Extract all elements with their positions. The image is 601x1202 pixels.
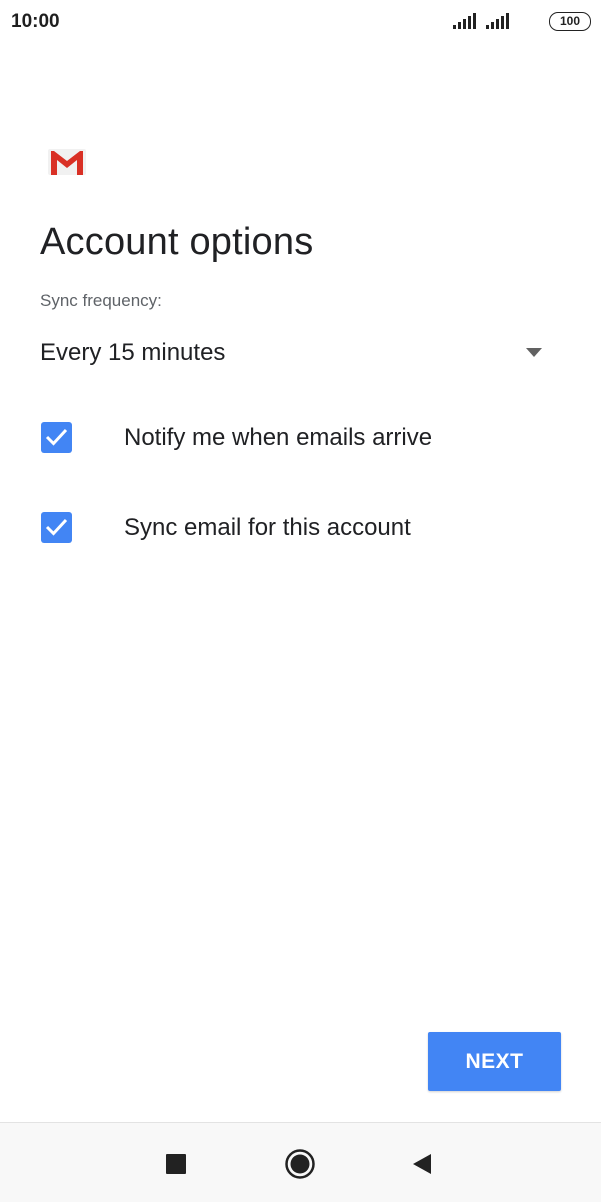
check-icon [45, 518, 68, 536]
status-time: 10:00 [11, 11, 60, 32]
battery-level: 100 [559, 14, 581, 28]
sync-frequency-dropdown[interactable]: Every 15 minutes [40, 331, 550, 377]
sync-frequency-label: Sync frequency: [40, 291, 162, 310]
status-bar: 10:00 100 [0, 0, 601, 44]
navigation-bar [0, 1122, 601, 1202]
notify-checkbox[interactable] [41, 422, 72, 453]
recents-icon[interactable] [160, 1148, 192, 1180]
sync-email-label: Sync email for this account [124, 514, 411, 541]
back-icon[interactable] [407, 1148, 439, 1180]
gmail-logo-icon [48, 149, 86, 175]
dropdown-arrow-icon [526, 348, 542, 357]
check-icon [45, 428, 68, 446]
next-button[interactable]: NEXT [428, 1032, 561, 1091]
sync-email-checkbox[interactable] [41, 512, 72, 543]
signal-icon [486, 13, 509, 29]
home-icon[interactable] [284, 1148, 316, 1180]
page-title: Account options [40, 221, 314, 263]
battery-icon: 100 [549, 12, 591, 31]
notify-label: Notify me when emails arrive [124, 424, 433, 451]
sync-email-option-row[interactable]: Sync email for this account [40, 503, 560, 553]
sync-frequency-value: Every 15 minutes [40, 339, 226, 366]
signal-icon [453, 13, 476, 29]
notify-option-row[interactable]: Notify me when emails arrive [40, 413, 560, 463]
